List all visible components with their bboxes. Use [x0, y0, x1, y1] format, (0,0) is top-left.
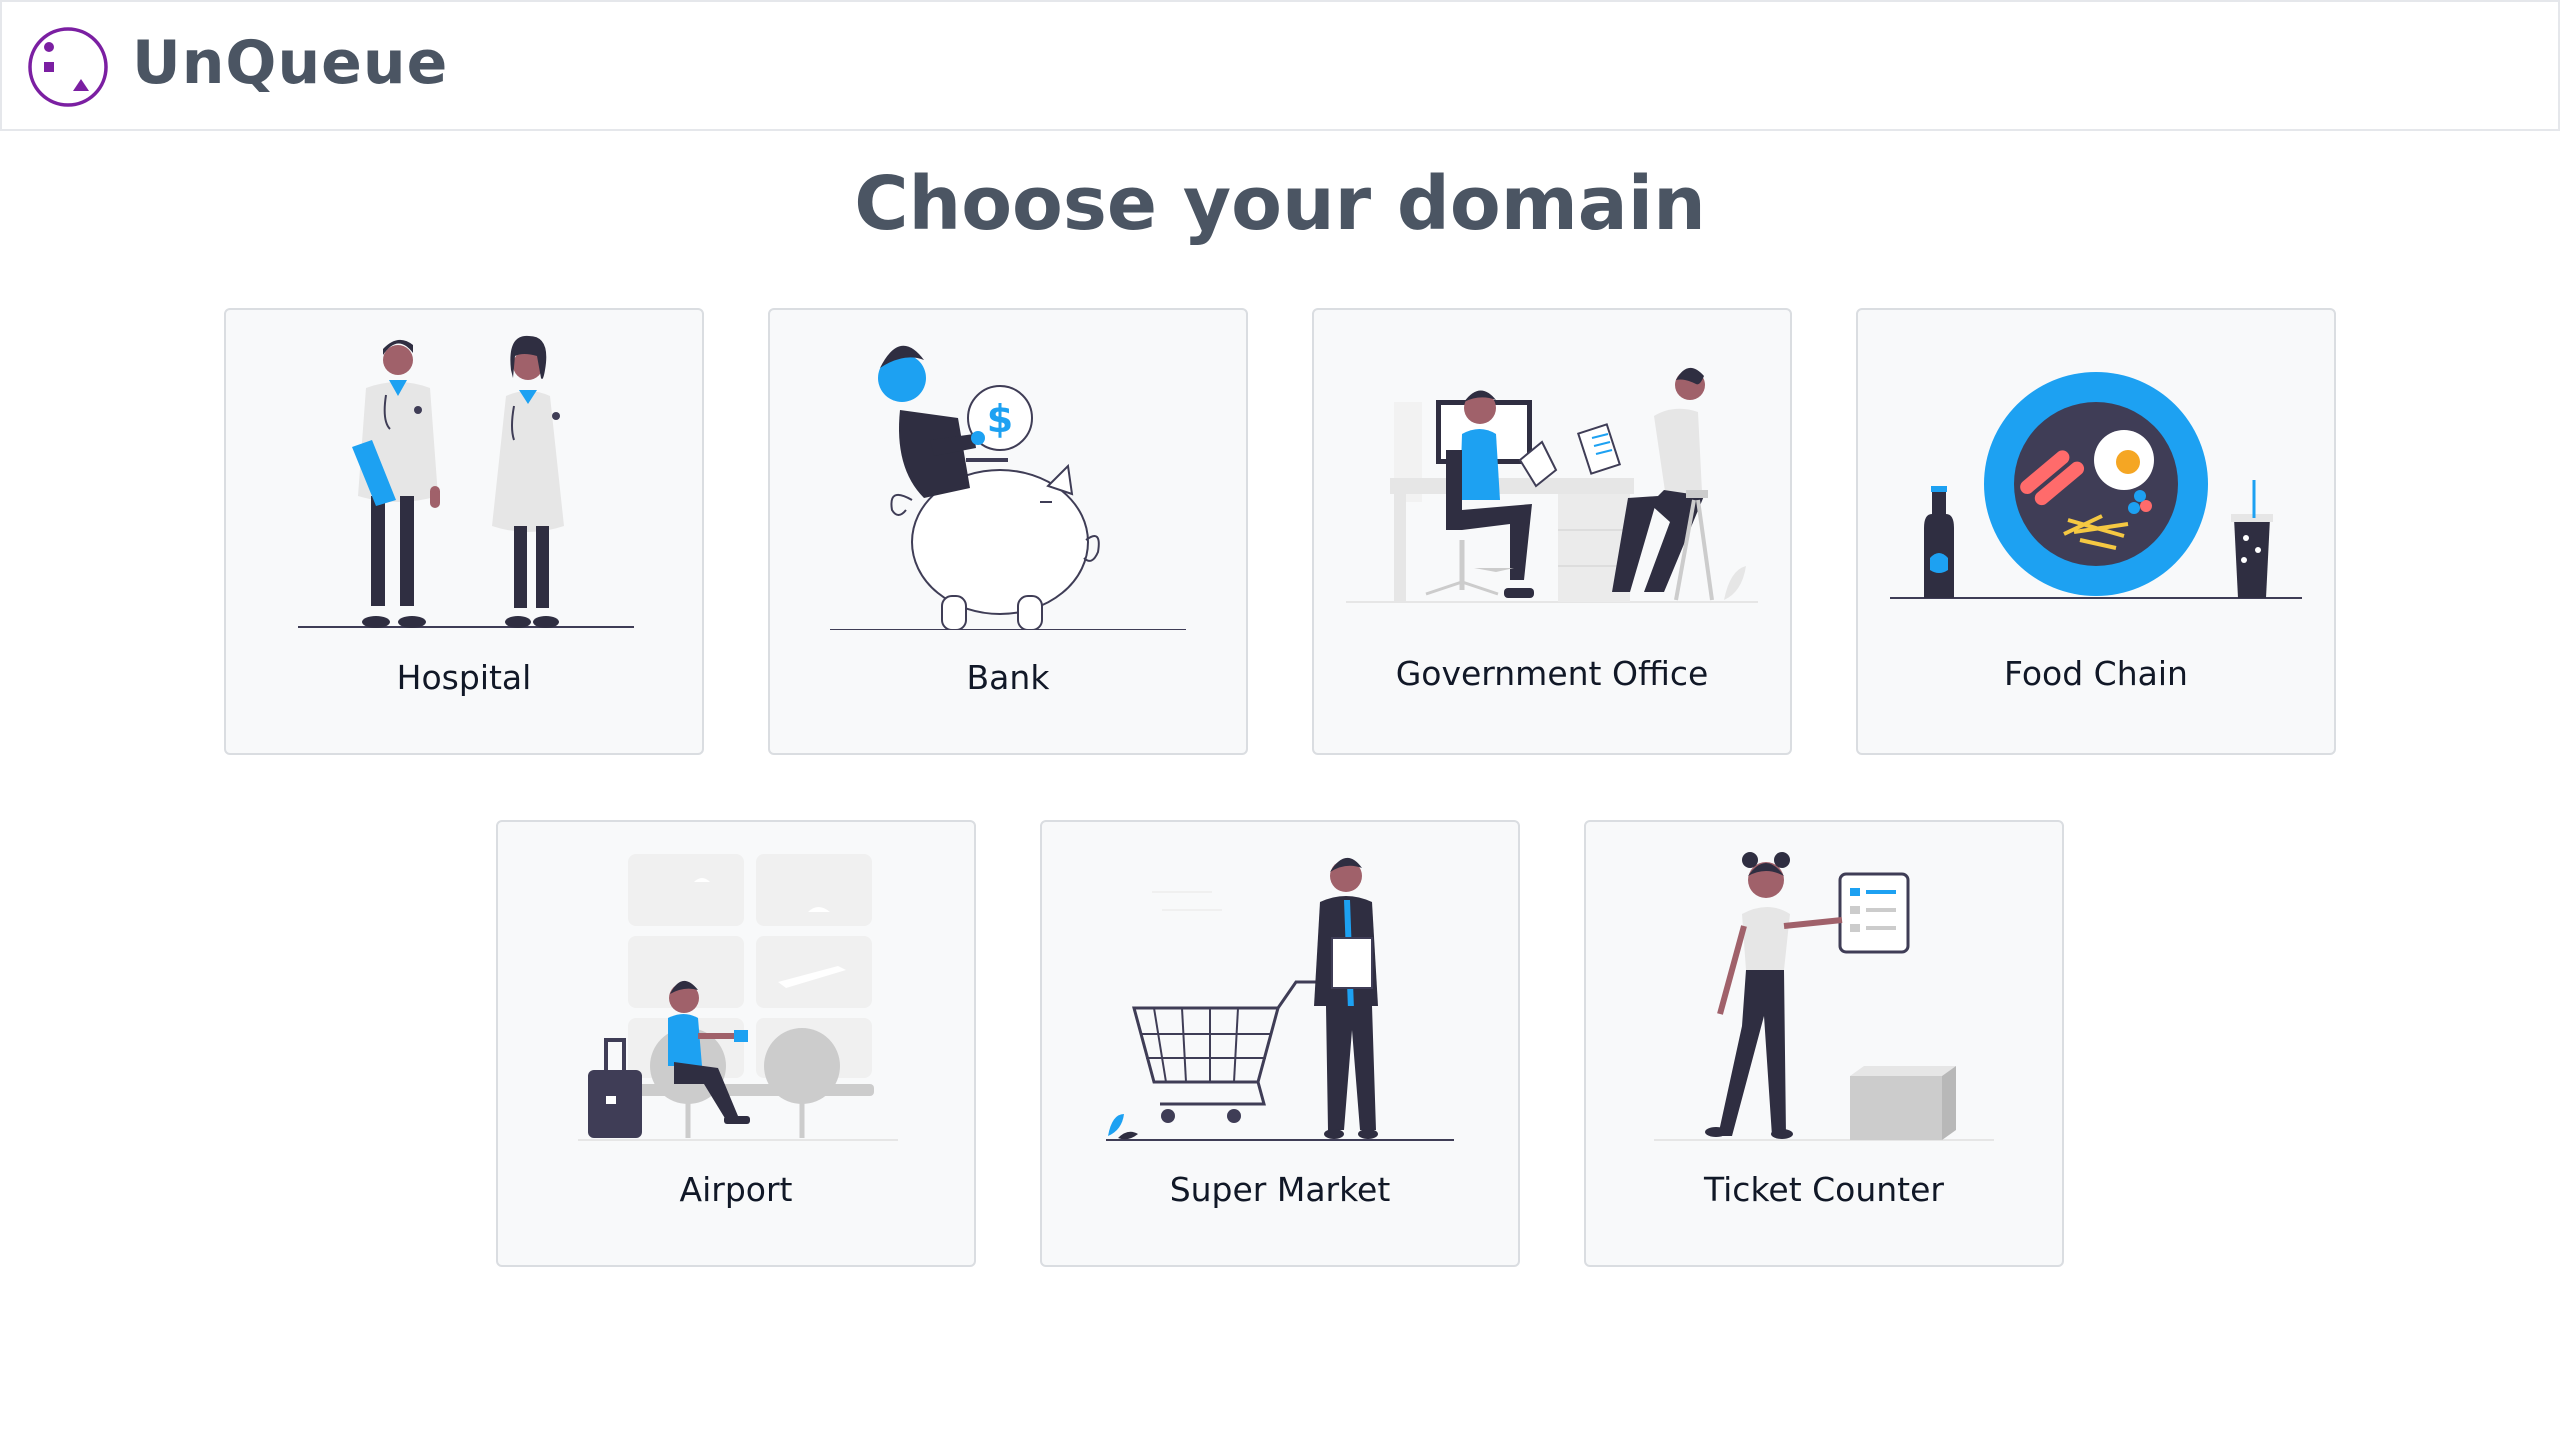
domain-card-label: Bank	[966, 658, 1050, 697]
domain-card-label: Ticket Counter	[1704, 1170, 1944, 1209]
airport-illustration	[578, 854, 898, 1141]
food-chain-illustration	[1890, 372, 2302, 599]
domain-card-label: Airport	[679, 1170, 793, 1209]
top-navbar: UnQueue	[0, 0, 2560, 131]
domain-card-airport[interactable]: Airport	[496, 820, 976, 1267]
ticket-counter-illustration	[1654, 852, 1994, 1141]
domain-card-hospital[interactable]: Hospital	[224, 308, 704, 755]
brand-name[interactable]: UnQueue	[132, 26, 448, 100]
domain-card-super-market[interactable]: Super Market	[1040, 820, 1520, 1267]
super-market-illustration	[1106, 857, 1454, 1141]
domain-card-government-office[interactable]: Government Office	[1312, 308, 1792, 755]
domain-card-label: Super Market	[1169, 1170, 1391, 1209]
domain-card-ticket-counter[interactable]: Ticket Counter	[1584, 820, 2064, 1267]
domain-card-label: Government Office	[1395, 654, 1709, 693]
unqueue-logo-icon[interactable]	[27, 26, 109, 108]
domain-card-bank[interactable]: $ Bank	[768, 308, 1248, 755]
government-office-illustration	[1346, 367, 1758, 603]
bank-illustration: $	[830, 345, 1186, 630]
domain-card-label: Food Chain	[2004, 654, 2188, 693]
domain-card-food-chain[interactable]: Food Chain	[1856, 308, 2336, 755]
hospital-illustration	[298, 335, 634, 628]
page-title: Choose your domain	[854, 161, 1706, 247]
svg-text:$: $	[987, 397, 1013, 441]
domain-card-label: Hospital	[396, 658, 532, 697]
